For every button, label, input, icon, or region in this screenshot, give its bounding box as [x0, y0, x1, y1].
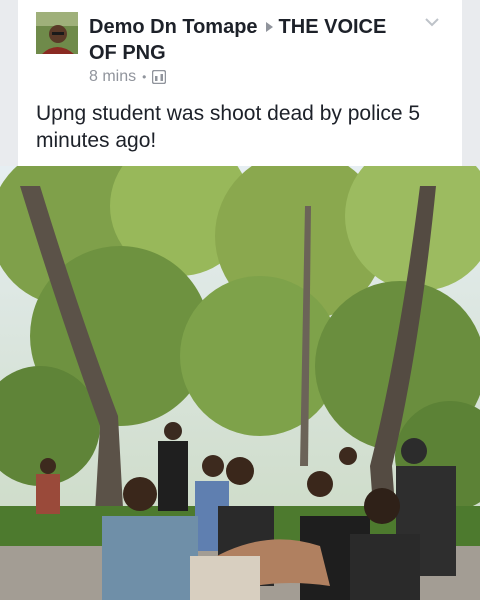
post-meta: 8 mins • [89, 68, 167, 86]
post-photo[interactable] [0, 166, 480, 600]
photo-illustration [0, 166, 480, 600]
avatar-image [36, 12, 78, 54]
chevron-down-icon[interactable] [424, 14, 440, 30]
triangle-right-icon [265, 21, 273, 32]
post-card: Demo Dn Tomape THE VOICE OF PNG 8 mins • … [18, 0, 462, 166]
post-header: Demo Dn Tomape THE VOICE OF PNG [89, 14, 409, 66]
author-avatar[interactable] [36, 12, 78, 54]
author-name-link[interactable]: Demo Dn Tomape [89, 16, 258, 38]
post-timestamp[interactable]: 8 mins [89, 68, 136, 86]
post-text: Upng student was shoot dead by police 5 … [36, 102, 421, 152]
group-audience-icon [152, 70, 167, 84]
meta-separator: • [142, 70, 147, 84]
